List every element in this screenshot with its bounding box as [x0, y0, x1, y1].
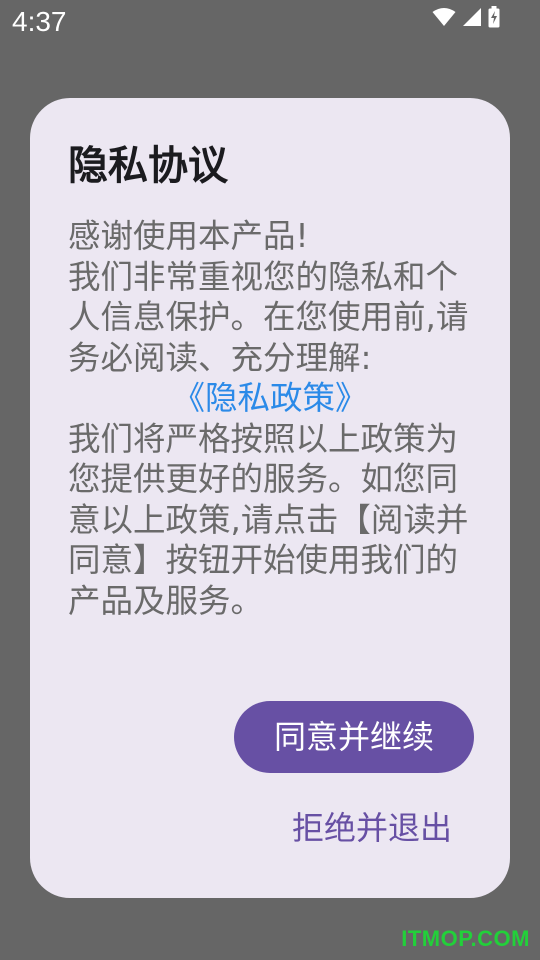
body-line-intro: 我们非常重视您的隐私和个人信息保护。在您使用前,请务必阅读、充分理解: [68, 257, 469, 377]
body-line-thanks: 感谢使用本产品! [68, 217, 309, 255]
wifi-icon [432, 7, 456, 31]
decline-exit-button[interactable]: 拒绝并退出 [282, 798, 462, 858]
dialog-title: 隐私协议 [68, 143, 228, 189]
privacy-dialog: 隐私协议 感谢使用本产品! 我们非常重视您的隐私和个人信息保护。在您使用前,请务… [30, 98, 510, 898]
status-icons [432, 6, 500, 32]
body-line-consent: 我们将严格按照以上政策为您提供更好的服务。如您同意以上政策,请点击【阅读并同意】… [68, 419, 469, 620]
status-bar: 4:37 [0, 0, 540, 44]
battery-charging-icon [488, 6, 500, 32]
status-time: 4:37 [12, 6, 67, 37]
dialog-body: 感谢使用本产品! 我们非常重视您的隐私和个人信息保护。在您使用前,请务必阅读、充… [68, 216, 472, 621]
privacy-policy-link[interactable]: 《隐私政策》 [68, 378, 472, 419]
cellular-signal-icon [462, 7, 482, 31]
site-watermark: ITMOP.COM [401, 926, 530, 951]
agree-continue-button[interactable]: 同意并继续 [234, 701, 474, 773]
